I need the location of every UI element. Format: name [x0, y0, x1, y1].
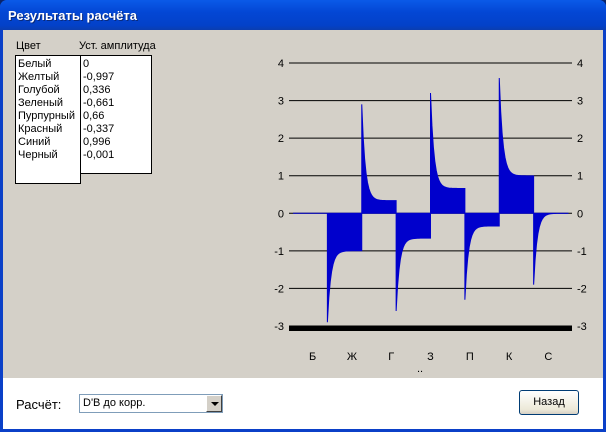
- x-axis-baseline: [289, 326, 572, 331]
- y-tick-label-left: 4: [278, 58, 284, 70]
- calc-label: Расчёт:: [16, 397, 62, 412]
- amplitude-chart: 4 4 3 3 2 2 1 1 0 0 -1 -1 -2 -2 -3 -3 Б Ж Г З П К С..: [274, 58, 587, 375]
- y-tick-label-left: -1: [274, 246, 284, 258]
- bottom-bar: Расчёт: D'B до корр. Назад: [3, 378, 603, 429]
- y-tick-label-left: 2: [278, 133, 284, 145]
- x-tick-label: Г: [388, 351, 394, 363]
- x-tick-label: П: [466, 351, 474, 363]
- calc-select-value: D'B до корр.: [83, 397, 146, 409]
- x-tick-label: К: [506, 351, 513, 363]
- calc-select[interactable]: D'B до корр.: [79, 394, 223, 413]
- y-tick-label-left: 3: [278, 96, 284, 108]
- x-tick-label: Б: [309, 351, 316, 363]
- y-tick-label-right: 1: [577, 171, 583, 183]
- y-tick-label-left: -2: [274, 283, 284, 295]
- y-tick-label-right: 4: [577, 58, 583, 70]
- window-client: Цвет Уст. амплитуда Белый Желтый Голубой…: [3, 30, 603, 429]
- y-tick-label-right: -2: [577, 283, 587, 295]
- results-window: Результаты расчёта Цвет Уст. амплитуда Б…: [0, 0, 606, 432]
- x-tick-label: Ж: [347, 351, 357, 363]
- back-button[interactable]: Назад: [519, 390, 579, 415]
- y-tick-label-right: -3: [577, 321, 587, 333]
- y-tick-label-right: 2: [577, 133, 583, 145]
- x-axis-note: ..: [417, 363, 423, 375]
- y-tick-label-left: 1: [278, 171, 284, 183]
- y-tick-label-left: -3: [274, 321, 284, 333]
- y-tick-label-left: 0: [278, 208, 284, 220]
- x-tick-label: З: [427, 351, 434, 363]
- chevron-down-icon[interactable]: [206, 395, 222, 412]
- series-area: [293, 78, 569, 323]
- y-tick-label-right: -1: [577, 246, 587, 258]
- y-tick-label-right: 3: [577, 96, 583, 108]
- y-tick-label-right: 0: [577, 208, 583, 220]
- x-tick-label: С: [544, 351, 552, 363]
- window-title: Результаты расчёта: [0, 0, 606, 30]
- results-panel: Цвет Уст. амплитуда Белый Желтый Голубой…: [3, 30, 603, 378]
